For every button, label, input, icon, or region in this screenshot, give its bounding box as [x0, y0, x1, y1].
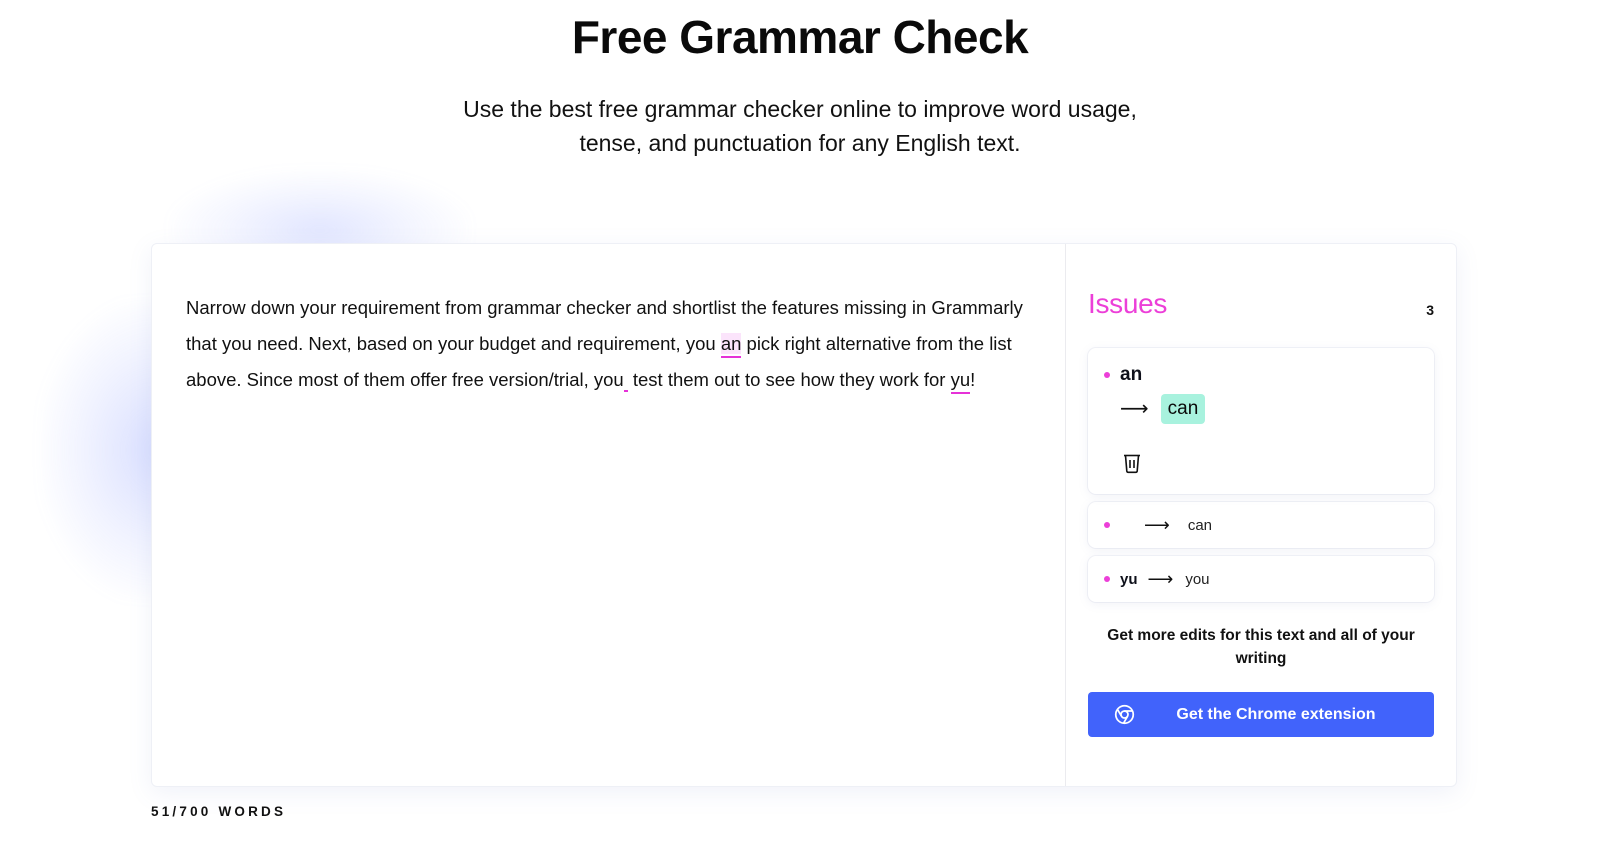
subtitle-line: Use the best free grammar checker online…: [463, 96, 1137, 122]
word-count: 51/700 WORDS: [151, 804, 287, 819]
issue-original-word: yu: [1120, 570, 1138, 588]
page-subtitle: Use the best free grammar checker online…: [400, 92, 1200, 160]
issue-card[interactable]: yu ⟶ you: [1088, 556, 1434, 602]
promo-text: Get more edits for this text and all of …: [1107, 627, 1415, 667]
error-highlight-an[interactable]: an: [720, 333, 742, 354]
issue-dot-icon: [1104, 371, 1110, 378]
text-editor[interactable]: Narrow down your requirement from gramma…: [152, 244, 1066, 786]
issues-header: Issues 3: [1088, 244, 1434, 348]
chrome-icon: [1114, 704, 1135, 725]
text-segment: test them out to see how they work for: [627, 369, 951, 390]
issues-sidebar: Issues 3 an ⟶ can ⟶ can yu ⟶ you Get mor…: [1066, 244, 1456, 786]
issue-suggestion-row: ⟶ can: [1120, 394, 1206, 424]
issues-count: 3: [1426, 302, 1434, 318]
issues-title: Issues: [1088, 288, 1168, 319]
arrow-right-icon: ⟶: [1147, 569, 1174, 589]
subtitle-line: tense, and punctuation for any English t…: [579, 130, 1021, 156]
arrow-right-icon: ⟶: [1144, 515, 1170, 535]
text-segment: !: [970, 369, 976, 390]
error-highlight-yu[interactable]: yu: [951, 369, 971, 390]
trash-icon[interactable]: [1122, 452, 1142, 474]
editor-text[interactable]: Narrow down your requirement from gramma…: [186, 290, 1031, 398]
issue-original: an: [1104, 364, 1142, 386]
issue-card-expanded[interactable]: an ⟶ can: [1088, 348, 1434, 494]
issue-dot-icon: [1104, 522, 1110, 528]
error-marker-missing-word[interactable]: [623, 385, 628, 392]
page-title: Free Grammar Check: [571, 11, 1029, 63]
issue-dot-icon: [1104, 576, 1110, 582]
grammar-checker-panel: Narrow down your requirement from gramma…: [151, 243, 1457, 787]
issue-card[interactable]: ⟶ can: [1088, 502, 1434, 548]
issue-replacement: can: [1187, 516, 1212, 534]
page: Free Grammar Check Use the best free gra…: [0, 0, 1600, 865]
cta-label: Get the Chrome extension: [1176, 705, 1376, 723]
get-chrome-extension-button[interactable]: Get the Chrome extension: [1088, 692, 1434, 737]
issue-original-word: an: [1120, 364, 1143, 385]
accept-suggestion-button[interactable]: can: [1160, 394, 1206, 424]
arrow-right-icon: ⟶: [1120, 398, 1149, 420]
issue-replacement: you: [1185, 570, 1210, 588]
